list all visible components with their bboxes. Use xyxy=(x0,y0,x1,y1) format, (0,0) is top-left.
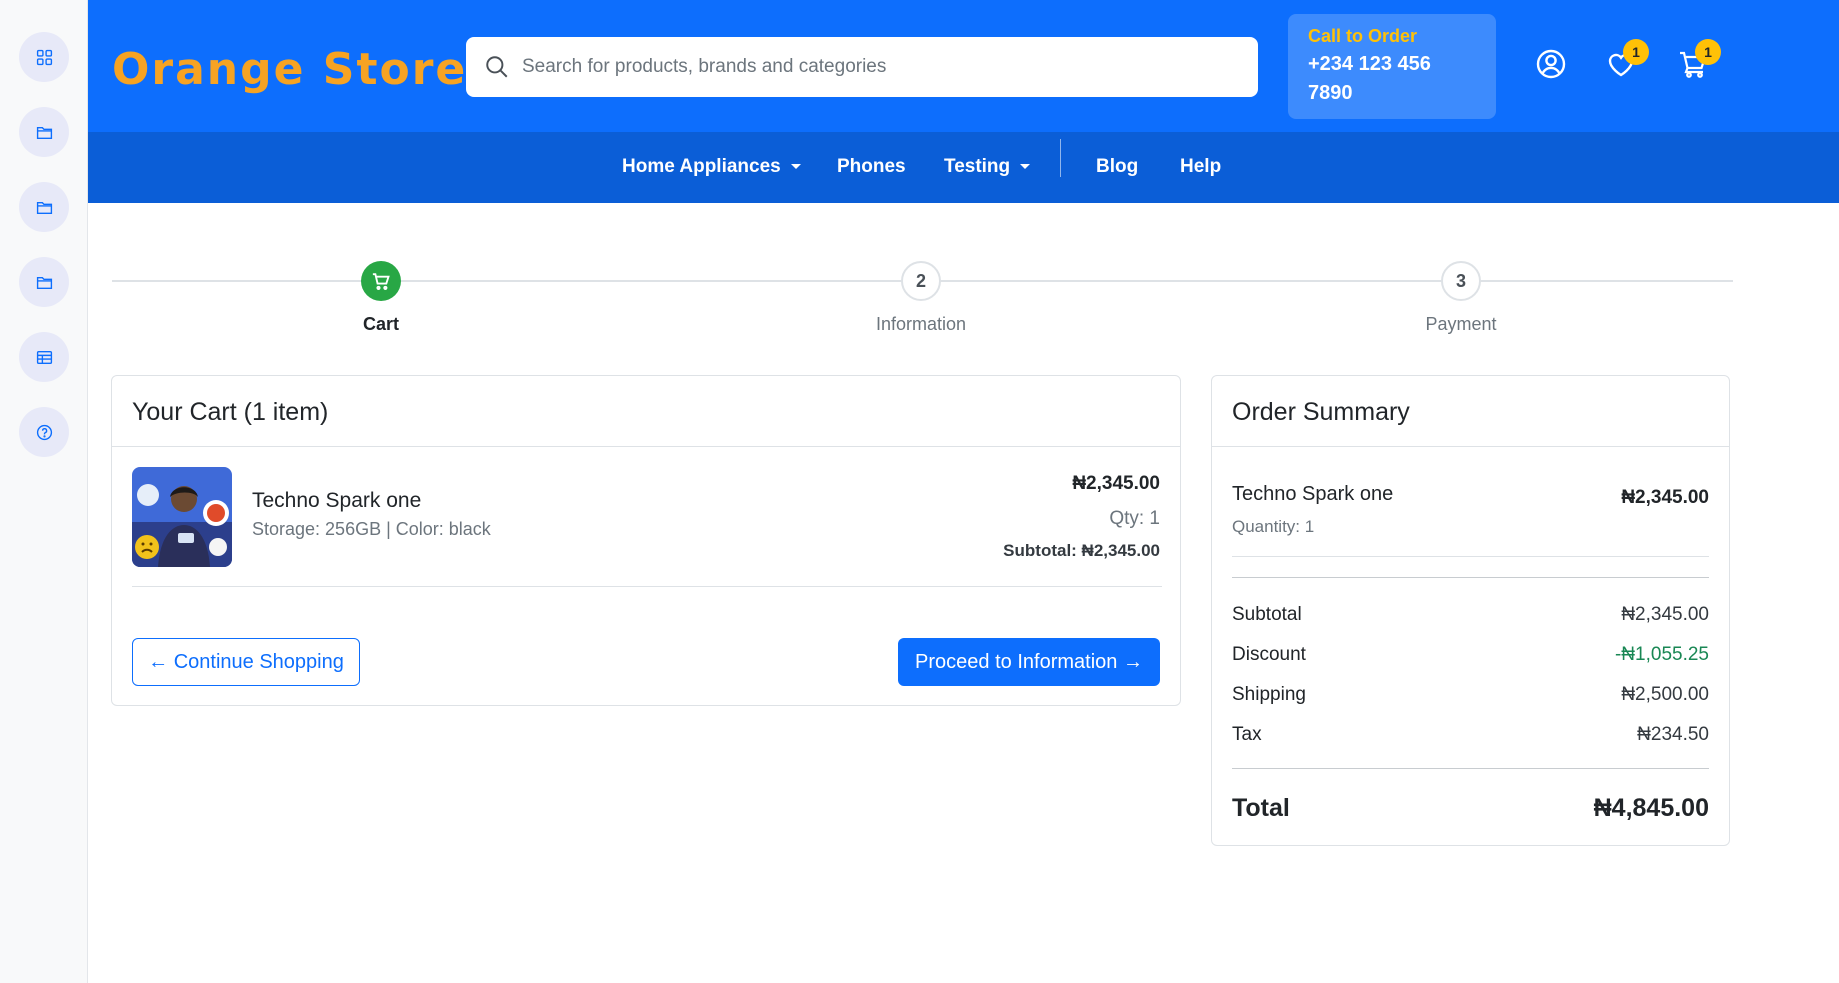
nav-label: Testing xyxy=(944,156,1011,177)
cart-icon xyxy=(372,273,390,290)
divider xyxy=(1232,768,1709,769)
folder-icon[interactable] xyxy=(19,107,69,157)
brand-logo[interactable]: Orange Stores xyxy=(112,44,495,95)
summary-value: ₦234.50 xyxy=(1637,724,1709,745)
order-summary-title: Order Summary xyxy=(1212,376,1729,447)
summary-row-discount: Discount -₦1,055.25 xyxy=(1232,644,1709,666)
main-area: Orange Stores Call to Order +234 123 456… xyxy=(88,0,1839,983)
summary-value: ₦2,500.00 xyxy=(1621,684,1709,705)
cart-icon[interactable]: 1 xyxy=(1677,39,1721,84)
nav-help[interactable]: Help xyxy=(1180,156,1221,178)
nav-divider xyxy=(1060,139,1061,177)
nav-blog[interactable]: Blog xyxy=(1096,156,1138,178)
summary-value: ₦2,345.00 xyxy=(1621,604,1709,625)
summary-label: Tax xyxy=(1232,724,1262,745)
total-label: Total xyxy=(1232,794,1290,822)
cart-card: Your Cart (1 item) Techno Spark one Stor… xyxy=(111,375,1181,706)
product-name[interactable]: Techno Spark one xyxy=(252,489,421,513)
summary-item-price: ₦2,345.00 xyxy=(1621,487,1709,508)
call-number[interactable]: +234 123 456 7890 xyxy=(1308,50,1476,108)
product-subtotal: Subtotal: ₦2,345.00 xyxy=(1003,541,1160,560)
summary-item-qty: Quantity: 1 xyxy=(1232,517,1315,536)
summary-row-subtotal: Subtotal ₦2,345.00 xyxy=(1232,604,1709,626)
summary-total-row: Total ₦4,845.00 xyxy=(1232,794,1709,823)
search-bar[interactable] xyxy=(466,37,1258,97)
cart-title: Your Cart (1 item) xyxy=(112,376,1180,447)
search-icon xyxy=(486,56,508,78)
folder-icon[interactable] xyxy=(19,182,69,232)
order-summary-card: Order Summary Techno Spark one Quantity:… xyxy=(1211,375,1730,846)
chevron-down-icon xyxy=(790,164,801,170)
help-circle-icon[interactable] xyxy=(19,407,69,457)
step-label: Cart xyxy=(362,314,399,334)
summary-value: -₦1,055.25 xyxy=(1614,644,1709,665)
step-payment: 3 Payment xyxy=(1361,261,1561,335)
cart-count-badge: 1 xyxy=(1695,39,1721,65)
wishlist-count-badge: 1 xyxy=(1623,39,1649,65)
proceed-to-information-button[interactable]: Proceed to Information → xyxy=(898,638,1160,686)
summary-row-shipping: Shipping ₦2,500.00 xyxy=(1232,684,1709,706)
nav-label: Blog xyxy=(1096,156,1139,177)
nav-label: Phones xyxy=(837,156,906,177)
site-header: Orange Stores Call to Order +234 123 456… xyxy=(88,0,1839,132)
product-qty: Qty: 1 xyxy=(1109,508,1160,529)
nav-label: Home Appliances xyxy=(622,156,781,177)
nav-phones[interactable]: Phones xyxy=(837,156,906,178)
step-label: Payment xyxy=(1425,314,1497,334)
step-label: Information xyxy=(875,314,967,334)
summary-item-name: Techno Spark one xyxy=(1232,483,1394,505)
product-variant: Storage: 256GB | Color: black xyxy=(252,519,491,539)
total-value: ₦4,845.00 xyxy=(1593,794,1709,822)
divider xyxy=(1232,556,1709,557)
step-cart: Cart xyxy=(281,261,481,335)
left-sidebar xyxy=(0,0,88,983)
nav-testing[interactable]: Testing xyxy=(944,156,1031,178)
call-number-line: +234 123 456 xyxy=(1308,53,1431,75)
chevron-down-icon xyxy=(1020,164,1031,170)
main-nav: Home Appliances Phones Testing Blog Help xyxy=(88,132,1839,203)
nav-label: Help xyxy=(1180,156,1222,177)
summary-label: Discount xyxy=(1232,644,1306,665)
product-price: ₦2,345.00 xyxy=(1072,473,1160,494)
account-icon[interactable] xyxy=(1535,48,1571,84)
call-to-order-box: Call to Order +234 123 456 7890 xyxy=(1288,14,1496,119)
step-information: 2 Information xyxy=(821,261,1021,335)
summary-label: Subtotal xyxy=(1232,604,1302,625)
grid-icon[interactable] xyxy=(19,32,69,82)
divider xyxy=(1232,577,1709,578)
step-circle xyxy=(361,261,401,301)
search-input[interactable] xyxy=(522,56,1222,78)
call-label: Call to Order xyxy=(1308,26,1418,46)
divider xyxy=(132,586,1162,587)
table-icon[interactable] xyxy=(19,332,69,382)
continue-shopping-button[interactable]: ← Continue Shopping xyxy=(132,638,360,686)
call-number-line: 7890 xyxy=(1308,82,1353,104)
summary-label: Shipping xyxy=(1232,684,1306,705)
step-circle: 2 xyxy=(901,261,941,301)
product-image[interactable] xyxy=(132,467,232,567)
folder-icon[interactable] xyxy=(19,257,69,307)
nav-home-appliances[interactable]: Home Appliances xyxy=(622,156,801,178)
summary-row-tax: Tax ₦234.50 xyxy=(1232,724,1709,746)
step-circle: 3 xyxy=(1441,261,1481,301)
wishlist-heart-icon[interactable]: 1 xyxy=(1605,39,1649,84)
